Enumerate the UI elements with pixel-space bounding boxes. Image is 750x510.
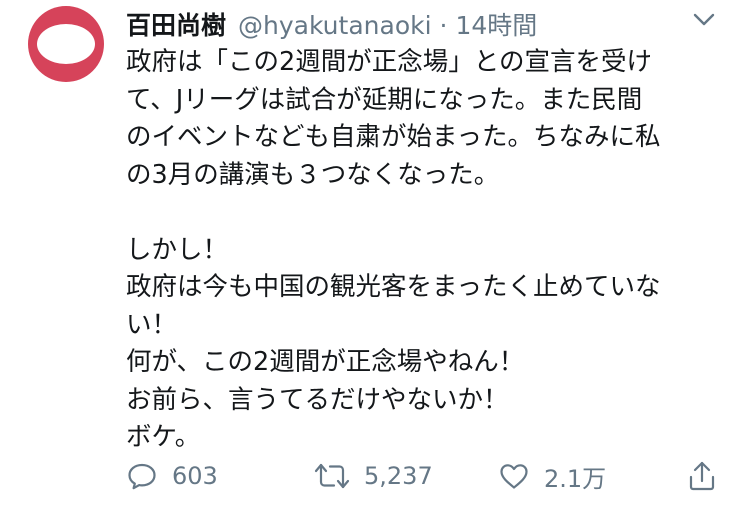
- separator: ·: [439, 11, 448, 40]
- reply-count: 603: [172, 462, 218, 490]
- share-button[interactable]: [686, 454, 718, 498]
- tweet-text: 政府は「この2週間が正念場」との宣言を受け て、Jリーグは試合が延期になった。ま…: [126, 47, 661, 452]
- retweet-icon: [314, 463, 350, 489]
- avatar[interactable]: [28, 6, 104, 82]
- tweet-actions: 603 5,237 2.1万: [126, 454, 726, 498]
- like-count: 2.1万: [544, 464, 607, 493]
- like-button[interactable]: 2.1万: [498, 454, 606, 498]
- chevron-down-icon[interactable]: [692, 10, 716, 30]
- tweet-header: 百田尚樹 @hyakutanaoki · 14時間: [126, 6, 716, 40]
- like-icon: [500, 464, 528, 489]
- avatar-image: [37, 24, 95, 64]
- retweet-count: 5,237: [364, 462, 433, 490]
- timestamp[interactable]: 14時間: [456, 6, 538, 42]
- reply-icon: [128, 463, 156, 490]
- retweet-button[interactable]: 5,237: [314, 454, 433, 498]
- display-name[interactable]: 百田尚樹: [126, 6, 226, 42]
- share-icon: [689, 461, 715, 491]
- user-handle[interactable]: @hyakutanaoki: [238, 11, 432, 40]
- reply-button[interactable]: 603: [126, 454, 218, 498]
